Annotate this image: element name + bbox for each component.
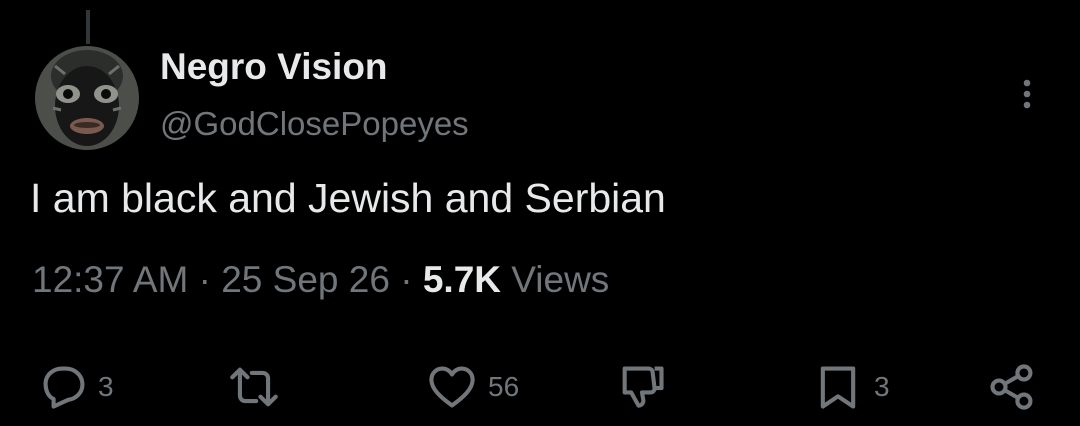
tweet-time[interactable]: 12:37 AM	[32, 259, 188, 300]
tweet-text: I am black and Jewish and Serbian	[30, 175, 666, 221]
thumbs-down-icon	[622, 366, 664, 408]
share-icon	[990, 364, 1033, 410]
repost-icon	[230, 367, 278, 407]
reply-button[interactable]: 3	[38, 360, 114, 414]
like-count: 56	[488, 371, 520, 402]
bookmark-button[interactable]: 3	[810, 360, 890, 414]
share-button[interactable]	[984, 360, 1040, 414]
avatar[interactable]	[35, 46, 139, 150]
avatar-image	[35, 46, 139, 150]
repost-button[interactable]	[226, 360, 282, 414]
views-count[interactable]: 5.7K	[423, 259, 501, 300]
bookmark-icon	[820, 366, 856, 409]
heart-icon	[429, 366, 475, 408]
views-label[interactable]: Views	[511, 259, 609, 300]
more-options-button[interactable]	[1005, 72, 1049, 120]
tweet-meta: 12:37 AM · 25 Sep 26 · 5.7K Views	[32, 255, 609, 305]
meta-separator: ·	[198, 259, 211, 300]
author-display-name[interactable]: Negro Vision	[160, 44, 388, 90]
thread-connector-line	[86, 10, 90, 44]
meta-separator: ·	[400, 259, 413, 300]
bookmark-count: 3	[874, 371, 890, 402]
like-button[interactable]: 56	[424, 360, 519, 414]
reply-count: 3	[98, 371, 114, 402]
author-handle[interactable]: @GodClosePopeyes	[160, 102, 469, 146]
dislike-button[interactable]	[614, 360, 670, 414]
reply-icon	[43, 366, 85, 409]
more-vertical-icon	[1023, 79, 1031, 109]
tweet-date[interactable]: 25 Sep 26	[221, 259, 390, 300]
